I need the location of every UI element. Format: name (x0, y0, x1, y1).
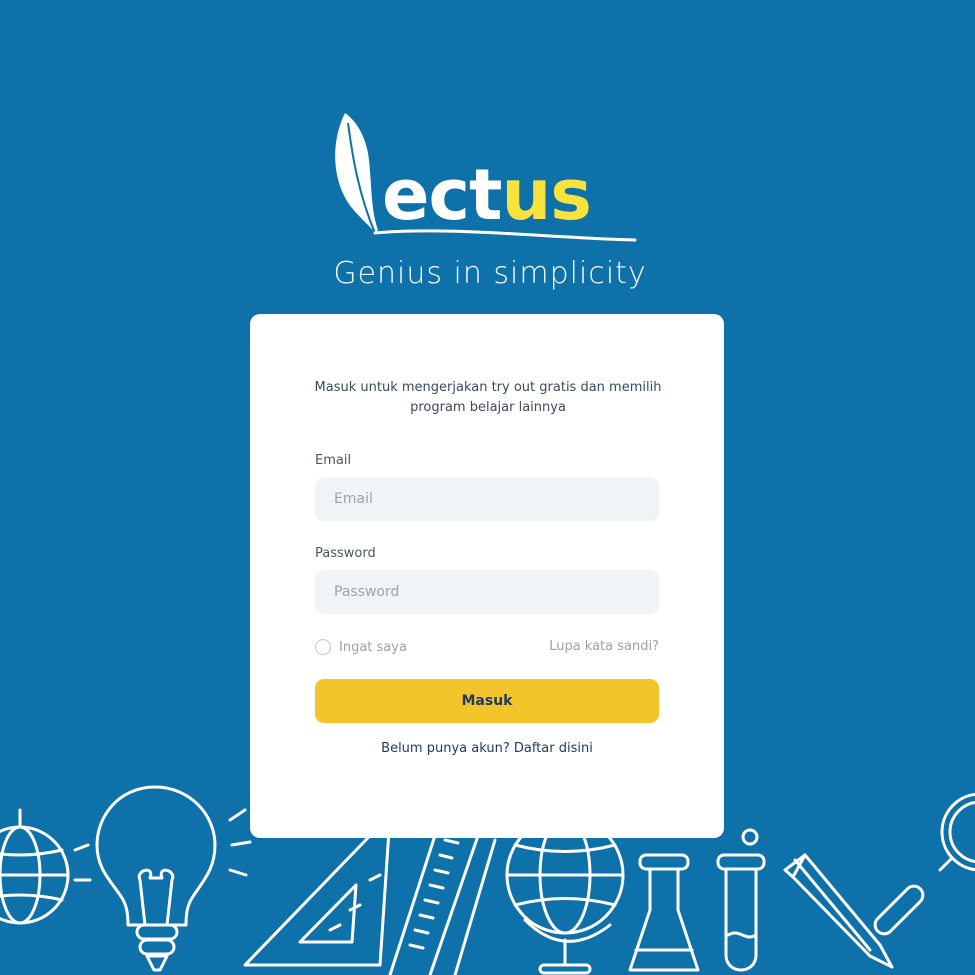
globe-stand-icon (505, 815, 625, 975)
pencil-icon (783, 853, 894, 969)
login-intro-text: Masuk untuk mengerjakan try out gratis d… (314, 380, 662, 415)
wordmark-white: ect (382, 154, 502, 236)
email-field[interactable] (315, 477, 659, 521)
password-label: Password (315, 546, 376, 561)
password-field[interactable] (315, 570, 659, 614)
brand-wordmark: ectus (382, 160, 592, 230)
magnifier-icon (873, 792, 975, 936)
login-card: Masuk untuk mengerjakan try out gratis d… (250, 314, 724, 838)
remember-me-checkbox[interactable] (315, 639, 331, 655)
test-tube-icon (716, 828, 766, 972)
flask-icon (628, 853, 700, 972)
brand-tagline: Genius in simplicity (333, 256, 647, 291)
signup-prompt-text: Belum punya akun? (381, 741, 510, 756)
signup-prompt: Belum punya akun? Daftar disini (250, 741, 724, 756)
forgot-password-link[interactable]: Lupa kata sandi? (549, 639, 659, 654)
ruler-icon (388, 818, 497, 975)
email-label: Email (315, 453, 352, 468)
wordmark-yellow: us (501, 154, 591, 236)
remember-me-label: Ingat saya (339, 639, 407, 655)
login-button[interactable]: Masuk (315, 679, 659, 723)
globe-icon (0, 808, 92, 925)
signup-link[interactable]: Daftar disini (514, 741, 593, 756)
login-page: ectus Genius in simplicity Masuk untuk m… (0, 0, 975, 975)
lightbulb-icon (95, 785, 252, 972)
remember-me[interactable]: Ingat saya (315, 639, 407, 655)
